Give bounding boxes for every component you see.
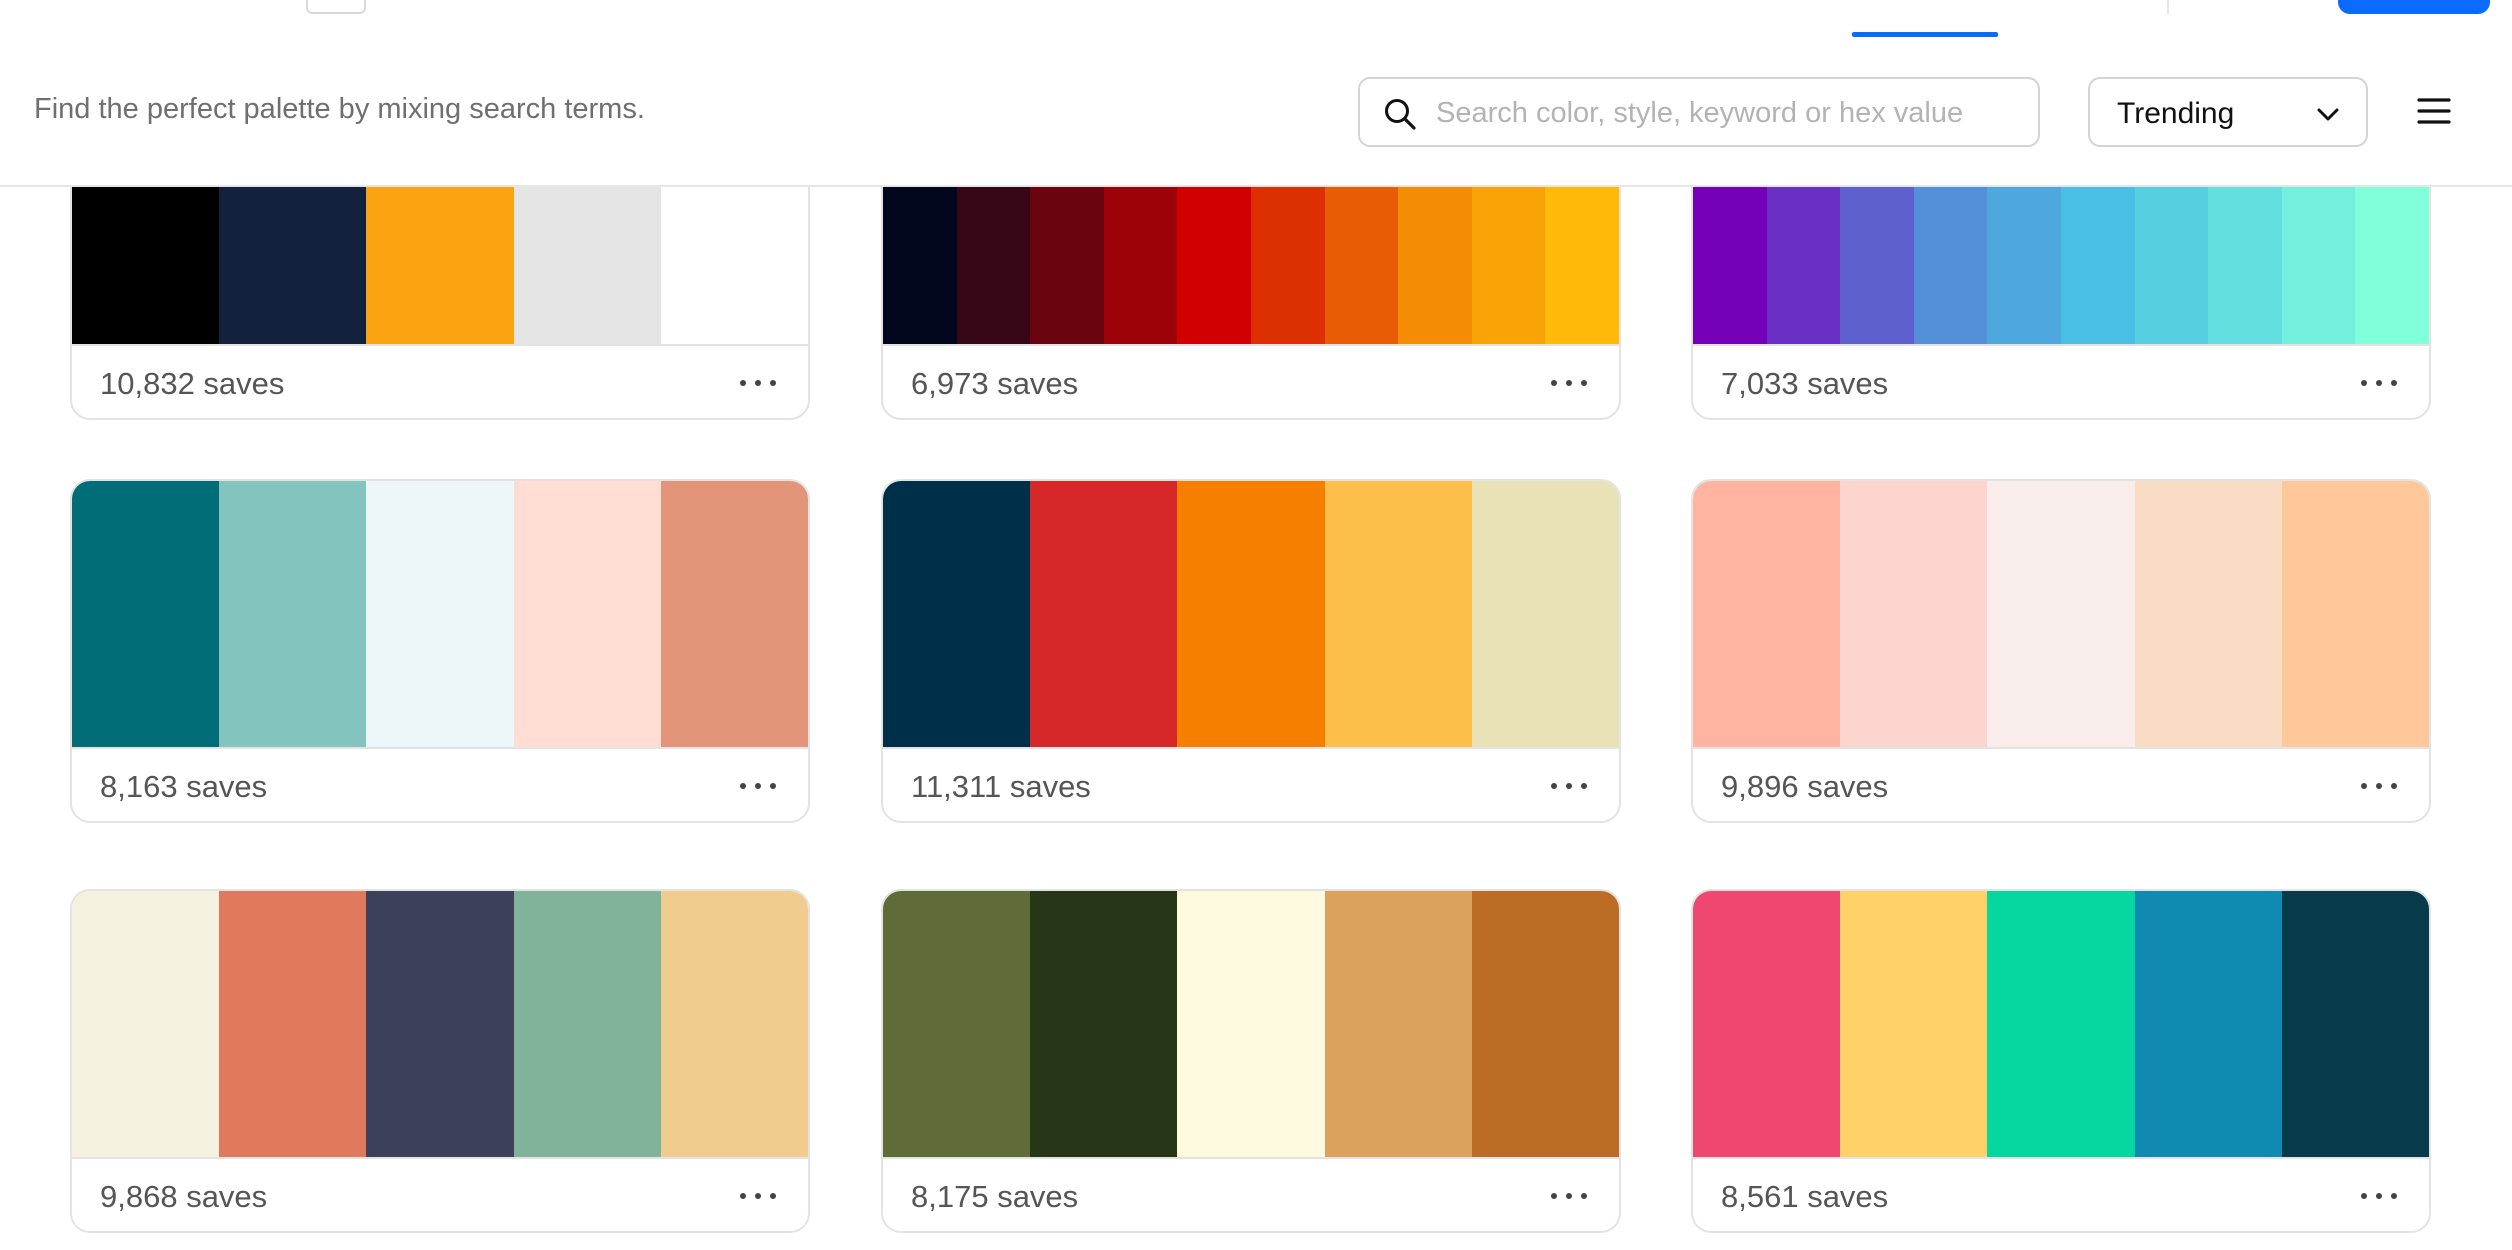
filter-bar: Find the perfect palette by mixing searc… [0,37,2512,187]
chevron-down-icon [2317,108,2339,121]
sort-dropdown[interactable]: Trending [2088,77,2368,147]
saves-count: 8,175 saves [911,1179,1079,1214]
search-placeholder: Search color, style, keyword or hex valu… [1436,97,1964,129]
palette-card-footer: 8,561 saves [1693,1157,2429,1231]
palette-card-footer: 11,311 saves [883,747,1619,821]
more-options-icon[interactable] [738,1179,778,1209]
nav-divider [2167,0,2169,14]
saves-count: 8,561 saves [1721,1179,1889,1214]
more-options-icon[interactable] [1549,366,1589,396]
color-swatch[interactable] [1987,481,2135,747]
palette-swatches[interactable] [72,891,808,1157]
palette-card-footer: 8,175 saves [883,1157,1619,1231]
color-swatch[interactable] [2281,891,2429,1157]
color-swatch[interactable] [660,481,808,747]
more-options-icon[interactable] [2359,1179,2399,1209]
color-swatch[interactable] [1177,481,1325,747]
palette-card[interactable]: 8,561 saves [1691,889,2431,1233]
palette-card-footer: 8,163 saves [72,747,808,821]
color-swatch[interactable] [513,481,661,747]
more-options-icon[interactable] [2359,366,2399,396]
color-swatch[interactable] [2281,481,2429,747]
color-swatch[interactable] [1324,481,1472,747]
color-swatch[interactable] [883,481,1031,747]
palette-swatches[interactable] [1693,891,2429,1157]
color-swatch[interactable] [1840,481,1988,747]
color-swatch[interactable] [1471,891,1619,1157]
color-swatch[interactable] [513,891,661,1157]
saves-count: 11,311 saves [911,769,1091,804]
sort-selected-label: Trending [2117,97,2235,130]
color-swatch[interactable] [2134,891,2282,1157]
palette-card-footer: 10,832 saves [72,344,808,418]
saves-count: 7,033 saves [1721,366,1889,401]
search-input[interactable]: Search color, style, keyword or hex valu… [1358,77,2040,147]
palette-swatches[interactable] [883,481,1619,747]
top-nav [0,0,2512,39]
color-swatch[interactable] [1471,481,1619,747]
color-swatch[interactable] [1840,891,1988,1157]
saves-count: 8,163 saves [100,769,268,804]
palette-card[interactable]: 8,163 saves [70,479,810,823]
saves-count: 9,868 saves [100,1179,268,1214]
color-swatch[interactable] [72,481,220,747]
palette-card-footer: 7,033 saves [1693,344,2429,418]
palette-swatches[interactable] [883,891,1619,1157]
color-swatch[interactable] [366,891,514,1157]
color-swatch[interactable] [883,891,1031,1157]
palette-card[interactable]: 8,175 saves [881,889,1621,1233]
color-swatch[interactable] [219,481,367,747]
search-icon [1385,99,1416,130]
color-swatch[interactable] [1177,891,1325,1157]
color-swatch[interactable] [1030,481,1178,747]
saves-count: 10,832 saves [100,366,285,401]
more-options-icon[interactable] [738,366,778,396]
color-swatch[interactable] [660,891,808,1157]
more-options-icon[interactable] [738,769,778,799]
saves-count: 9,896 saves [1721,769,1889,804]
tagline: Find the perfect palette by mixing searc… [34,93,645,125]
nav-box[interactable] [306,0,366,14]
color-swatch[interactable] [366,481,514,747]
palette-card[interactable]: 11,311 saves [881,479,1621,823]
color-swatch[interactable] [1693,891,1841,1157]
palette-card-footer: 9,868 saves [72,1157,808,1231]
more-options-icon[interactable] [1549,1179,1589,1209]
color-swatch[interactable] [1030,891,1178,1157]
more-options-icon[interactable] [2359,769,2399,799]
palette-swatches[interactable] [1693,481,2429,747]
saves-count: 6,973 saves [911,366,1079,401]
palette-card[interactable]: 9,868 saves [70,889,810,1233]
color-swatch[interactable] [1693,481,1841,747]
color-swatch[interactable] [2134,481,2282,747]
palette-card-footer: 6,973 saves [883,344,1619,418]
color-swatch[interactable] [1324,891,1472,1157]
color-swatch[interactable] [1987,891,2135,1157]
primary-nav-button[interactable] [2338,0,2490,14]
palette-swatches[interactable] [72,481,808,747]
more-options-icon[interactable] [1549,769,1589,799]
color-swatch[interactable] [72,891,220,1157]
palette-card-footer: 9,896 saves [1693,747,2429,821]
menu-icon[interactable] [2416,93,2452,129]
color-swatch[interactable] [219,891,367,1157]
palette-card[interactable]: 9,896 saves [1691,479,2431,823]
